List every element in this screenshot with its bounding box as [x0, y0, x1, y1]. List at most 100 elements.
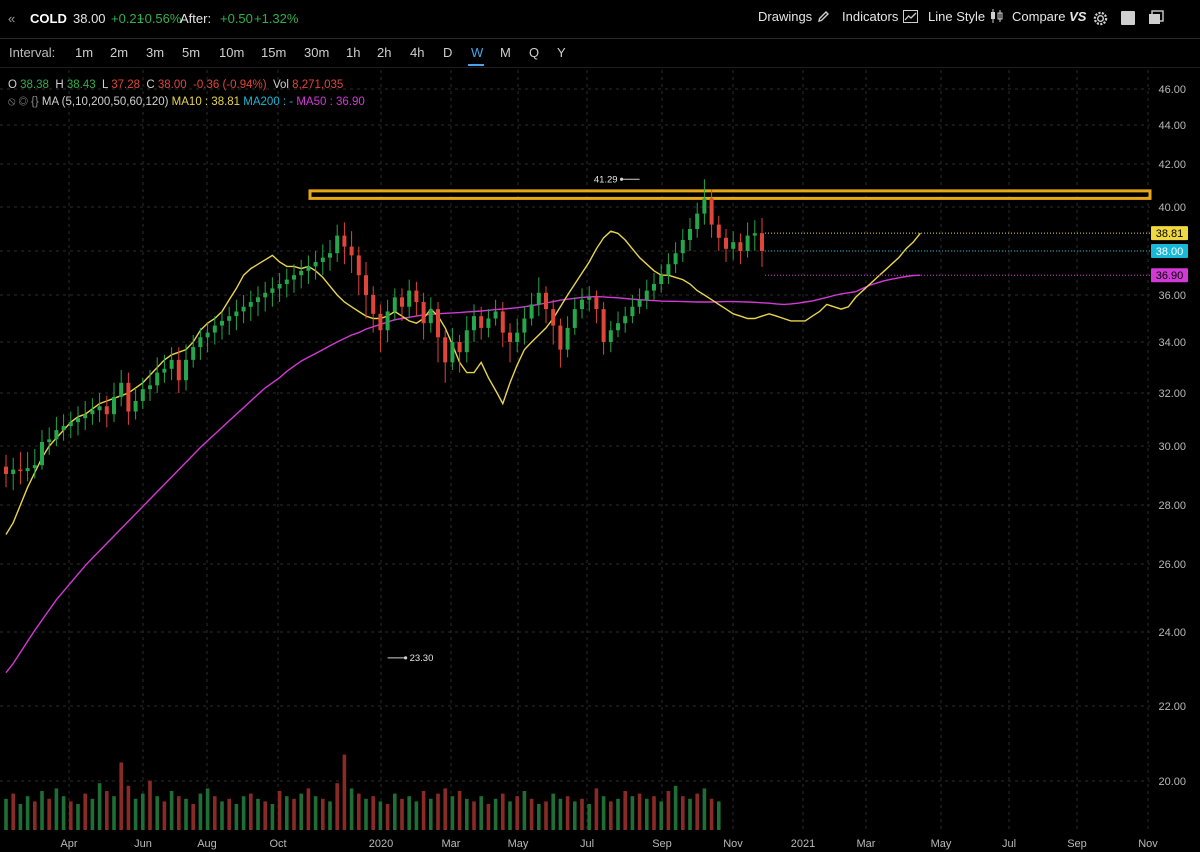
candle-body: [299, 270, 304, 276]
after-hours-label: After:: [180, 11, 212, 26]
candle-body: [356, 255, 361, 276]
interval-week[interactable]: W: [471, 45, 483, 60]
candle-body: [119, 382, 124, 397]
y-tick-label: 26.00: [1158, 559, 1186, 571]
volume-bar: [508, 801, 512, 830]
candle-body: [522, 318, 527, 333]
candle-body: [205, 332, 210, 338]
interval-bar: Interval: 1m 2m 3m 5m 10m 15m 30m 1h 2h …: [0, 39, 1200, 68]
volume-bar: [529, 798, 534, 830]
volume-bar: [148, 780, 152, 830]
drawings-button[interactable]: Drawings: [758, 9, 830, 26]
ma200-value: MA200 : -: [243, 96, 294, 108]
candle-body: [472, 316, 476, 331]
interval-2m[interactable]: 2m: [110, 45, 128, 60]
volume-bar: [429, 798, 433, 830]
candle-body: [695, 213, 700, 229]
candle-body: [587, 297, 592, 300]
candle-body: [688, 229, 692, 240]
y-tick-label: 44.00: [1158, 120, 1186, 132]
price-axis: 20.00 22.00 24.00 26.00 28.00 30.00 32.00 34.00…: [1158, 84, 1186, 788]
interval-15m[interactable]: 15m: [261, 45, 286, 60]
indicators-button[interactable]: Indicators: [842, 9, 919, 26]
interval-1m[interactable]: 1m: [75, 45, 93, 60]
settings-gear-icon[interactable]: [1093, 11, 1108, 31]
interval-2h[interactable]: 2h: [377, 45, 391, 60]
interval-day[interactable]: D: [443, 45, 452, 60]
y-tick-label: 22.00: [1158, 701, 1186, 713]
candle-body: [450, 342, 455, 363]
candle-body: [364, 275, 368, 295]
candle-body: [248, 302, 253, 307]
y-tick-label: 20.00: [1158, 776, 1186, 788]
volume-bar: [83, 793, 87, 830]
candle-body: [378, 313, 383, 331]
high-annotation-label: 41.29: [594, 174, 618, 185]
volume-bar: [4, 798, 8, 830]
y-tick-label: 34.00: [1158, 337, 1186, 349]
x-tick-label: Mar: [442, 838, 461, 850]
compare-button[interactable]: Compare VS: [1012, 9, 1086, 24]
candle-body: [572, 309, 577, 328]
volume-bar: [241, 796, 246, 830]
layout-windows-icon[interactable]: [1148, 10, 1164, 31]
candle-body: [457, 342, 462, 353]
price-chart[interactable]: 41.29 23.30 20.00 22.00 24.00 26.00 28.00 30.0…: [0, 70, 1200, 852]
candle-body: [97, 406, 102, 411]
candle-body: [47, 439, 52, 443]
interval-quarter[interactable]: Q: [529, 45, 539, 60]
volume-bar: [133, 798, 138, 830]
candle-body: [284, 279, 289, 284]
interval-month[interactable]: M: [500, 45, 511, 60]
interval-5m[interactable]: 5m: [182, 45, 200, 60]
candle-body: [702, 198, 707, 214]
candle-body: [637, 299, 642, 307]
line-style-label: Line Style: [928, 9, 986, 24]
ma10-value: MA10 : 38.81: [171, 96, 241, 108]
fullscreen-icon[interactable]: [1121, 11, 1135, 25]
volume-bar: [119, 762, 123, 830]
x-tick-label: Jun: [134, 838, 152, 850]
line-style-button[interactable]: Line Style: [928, 9, 1004, 26]
resistance-band-rect: [308, 189, 1152, 200]
interval-4h[interactable]: 4h: [410, 45, 424, 60]
price-tag-label: 38.81: [1156, 228, 1184, 240]
volume-bar: [198, 793, 203, 830]
volume-bar: [378, 801, 383, 830]
price-tag-label: 38.00: [1156, 246, 1184, 258]
price-change-pct: +0.56%: [137, 11, 182, 26]
volume-bar: [321, 798, 325, 830]
volume-bar: [400, 798, 404, 830]
candle-body: [724, 237, 728, 249]
after-hours-change: +0.50: [220, 11, 253, 26]
ma50-polyline: [5, 274, 921, 674]
volume-bar: [270, 804, 275, 830]
candle-body: [40, 442, 44, 466]
candle-body: [306, 266, 311, 271]
interval-10m[interactable]: 10m: [219, 45, 244, 60]
candle-body: [508, 332, 512, 342]
candle-body: [400, 297, 404, 307]
volume-bar: [558, 798, 563, 830]
interval-year[interactable]: Y: [557, 45, 566, 60]
candle-body: [738, 242, 743, 251]
x-tick-label: May: [508, 838, 529, 850]
symbol-name[interactable]: COLD: [30, 11, 67, 26]
candle-body: [580, 299, 584, 310]
candle-body: [565, 327, 570, 350]
x-tick-label: Oct: [269, 838, 286, 850]
after-hours-pct: +1.32%: [254, 11, 299, 26]
collapse-icon[interactable]: «: [8, 11, 15, 26]
volume-bar: [450, 796, 455, 830]
candle-body: [335, 235, 340, 254]
price-tags: 38.81 38.00 36.90: [1151, 226, 1188, 283]
study-control-icons[interactable]: ⦸ ◎ {}: [8, 96, 39, 108]
interval-3m[interactable]: 3m: [146, 45, 164, 60]
interval-30m[interactable]: 30m: [304, 45, 329, 60]
candle-body: [18, 469, 23, 472]
volume-bar: [306, 788, 311, 830]
open-label: O: [8, 79, 17, 91]
volume-bar: [594, 788, 599, 830]
interval-1h[interactable]: 1h: [346, 45, 360, 60]
close-label: C: [146, 79, 155, 91]
